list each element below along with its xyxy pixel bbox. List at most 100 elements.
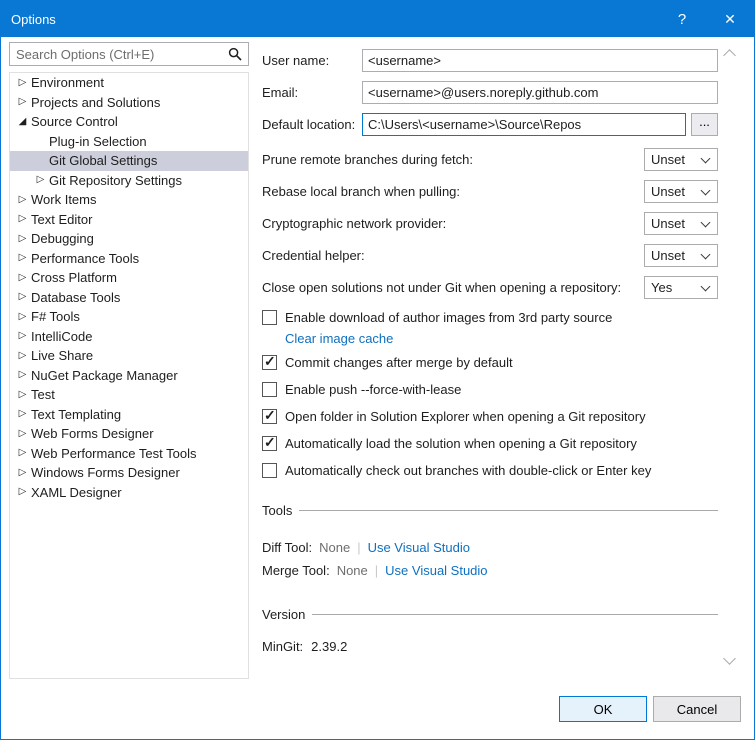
- tree-item-debugging[interactable]: ▷ Debugging: [10, 229, 248, 249]
- commit-after-merge-row: Commit changes after merge by default: [262, 353, 718, 372]
- tree-item-live-share[interactable]: ▷ Live Share: [10, 346, 248, 366]
- scroll-down-icon[interactable]: [723, 652, 736, 665]
- tree-expander-icon[interactable]: ▷: [14, 311, 31, 322]
- enable-author-images-checkbox[interactable]: [262, 310, 277, 325]
- rebase-local-branch-dropdown[interactable]: Unset: [644, 180, 718, 203]
- tree-item-git-global-settings[interactable]: Git Global Settings: [10, 151, 248, 171]
- combo-value: Yes: [651, 280, 673, 295]
- tree-item-environment[interactable]: ▷ Environment: [10, 73, 248, 93]
- tree-item-performance-tools[interactable]: ▷ Performance Tools: [10, 249, 248, 269]
- tree-item-fsharp-tools[interactable]: ▷ F# Tools: [10, 307, 248, 327]
- default-location-input[interactable]: [362, 113, 686, 136]
- diff-tool-row: Diff Tool: None | Use Visual Studio: [262, 539, 718, 555]
- tree-expander-icon[interactable]: ▷: [14, 97, 31, 107]
- tree-item-text-editor[interactable]: ▷ Text Editor: [10, 210, 248, 230]
- combo-value: Unset: [651, 248, 685, 263]
- dialog-footer: OK Cancel: [1, 687, 754, 739]
- tree-item-label: Plug-in Selection: [49, 133, 147, 149]
- tree-item-nuget-package-manager[interactable]: ▷ NuGet Package Manager: [10, 366, 248, 386]
- tree-item-git-repository-settings[interactable]: ▷ Git Repository Settings: [10, 171, 248, 191]
- tree-expander-icon[interactable]: ▷: [14, 428, 31, 439]
- cryptographic-network-provider-dropdown[interactable]: Unset: [644, 212, 718, 235]
- clear-image-cache-link[interactable]: Clear image cache: [285, 331, 393, 346]
- search-input[interactable]: [10, 46, 222, 62]
- tree-item-database-tools[interactable]: ▷ Database Tools: [10, 288, 248, 308]
- tree-item-cross-platform[interactable]: ▷ Cross Platform: [10, 268, 248, 288]
- force-with-lease-checkbox[interactable]: [262, 382, 277, 397]
- search-icon[interactable]: [222, 47, 248, 61]
- checkbox-group: Enable download of author images from 3r…: [262, 308, 718, 480]
- open-folder-row: Open folder in Solution Explorer when op…: [262, 407, 718, 426]
- tree-expander-icon[interactable]: ▷: [14, 487, 31, 497]
- diff-use-visual-studio-link[interactable]: Use Visual Studio: [368, 540, 470, 555]
- tree-expander-icon[interactable]: ▷: [14, 448, 31, 458]
- tree-expander-icon[interactable]: ▷: [14, 194, 31, 205]
- tree-item-label: F# Tools: [31, 309, 80, 325]
- tree-item-test[interactable]: ▷ Test: [10, 385, 248, 405]
- setting-label: Prune remote branches during fetch:: [262, 152, 474, 167]
- left-pane: ▷ Environment ▷ Projects and Solutions ◢…: [9, 42, 249, 679]
- tree-expander-icon[interactable]: ▷: [14, 214, 31, 224]
- tree-expander-icon[interactable]: ▷: [14, 467, 31, 478]
- auto-load-solution-checkbox[interactable]: [262, 434, 277, 451]
- section-divider: [312, 613, 718, 615]
- tree-expander-icon[interactable]: ▷: [14, 272, 31, 283]
- credential-helper-row: Credential helper: Unset: [262, 244, 718, 267]
- close-open-solutions-dropdown[interactable]: Yes: [644, 276, 718, 299]
- help-button[interactable]: ?: [658, 1, 706, 37]
- tree-item-plug-in-selection[interactable]: Plug-in Selection: [10, 132, 248, 152]
- title-bar[interactable]: Options ? ✕: [1, 1, 754, 37]
- tree-item-label: Live Share: [31, 348, 94, 364]
- checkout-double-click-row: Automatically check out branches with do…: [262, 461, 718, 480]
- chevron-down-icon: [700, 153, 711, 164]
- tree-item-xaml-designer[interactable]: ▷ XAML Designer: [10, 483, 248, 503]
- tree-expander-icon[interactable]: ▷: [14, 292, 31, 302]
- search-box[interactable]: [9, 42, 249, 66]
- tree-item-projects-and-solutions[interactable]: ▷ Projects and Solutions: [10, 93, 248, 113]
- tree-item-web-performance-test-tools[interactable]: ▷ Web Performance Test Tools: [10, 444, 248, 464]
- tree-expander-icon[interactable]: ▷: [14, 370, 31, 380]
- diff-tool-value: None: [319, 539, 351, 555]
- checkout-double-click-checkbox[interactable]: [262, 463, 277, 478]
- tree-item-work-items[interactable]: ▷ Work Items: [10, 190, 248, 210]
- merge-use-visual-studio-link[interactable]: Use Visual Studio: [385, 563, 487, 578]
- email-input[interactable]: [362, 81, 718, 104]
- tree-item-label: Debugging: [31, 231, 94, 247]
- combo-value: Unset: [651, 184, 685, 199]
- merge-tool-value: None: [336, 562, 368, 578]
- tree-item-web-forms-designer[interactable]: ▷ Web Forms Designer: [10, 424, 248, 444]
- tree-expander-icon[interactable]: ▷: [14, 409, 31, 419]
- username-input[interactable]: [362, 49, 718, 72]
- tree-expander-icon[interactable]: ▷: [14, 233, 31, 244]
- scroll-up-icon[interactable]: [723, 49, 736, 62]
- checkbox-label: Open folder in Solution Explorer when op…: [285, 409, 646, 424]
- commit-after-merge-checkbox[interactable]: [262, 353, 277, 370]
- tree-expander-icon[interactable]: ▷: [14, 77, 31, 88]
- tree-expander-icon[interactable]: ▷: [14, 253, 31, 263]
- tree-item-label: Environment: [31, 75, 104, 91]
- tree-item-source-control[interactable]: ◢ Source Control: [10, 112, 248, 132]
- cancel-button[interactable]: Cancel: [653, 696, 741, 722]
- browse-button[interactable]: ...: [691, 113, 718, 136]
- tree-expander-icon[interactable]: ▷: [14, 331, 31, 341]
- tree-expander-icon[interactable]: ▷: [32, 175, 49, 185]
- tree-expander-icon[interactable]: ◢: [14, 116, 31, 127]
- prune-remote-branches-dropdown[interactable]: Unset: [644, 148, 718, 171]
- ok-button[interactable]: OK: [559, 696, 647, 722]
- auto-load-solution-row: Automatically load the solution when ope…: [262, 434, 718, 453]
- tree-item-label: Windows Forms Designer: [31, 465, 180, 481]
- checkbox-label: Automatically load the solution when ope…: [285, 436, 637, 451]
- diff-tool-label: Diff Tool:: [262, 539, 313, 555]
- tree-item-windows-forms-designer[interactable]: ▷ Windows Forms Designer: [10, 463, 248, 483]
- credential-helper-dropdown[interactable]: Unset: [644, 244, 718, 267]
- tree-expander-icon[interactable]: ▷: [14, 350, 31, 361]
- tree-item-text-templating[interactable]: ▷ Text Templating: [10, 405, 248, 425]
- cryptographic-network-provider-row: Cryptographic network provider: Unset: [262, 212, 718, 235]
- close-button[interactable]: ✕: [706, 1, 754, 37]
- open-folder-checkbox[interactable]: [262, 407, 277, 424]
- tree-item-label: Web Performance Test Tools: [31, 445, 197, 461]
- tree-item-label: Test: [31, 387, 55, 403]
- tree-expander-icon[interactable]: ▷: [14, 389, 31, 400]
- chevron-down-icon: [700, 217, 711, 228]
- tree-item-intellicode[interactable]: ▷ IntelliCode: [10, 327, 248, 347]
